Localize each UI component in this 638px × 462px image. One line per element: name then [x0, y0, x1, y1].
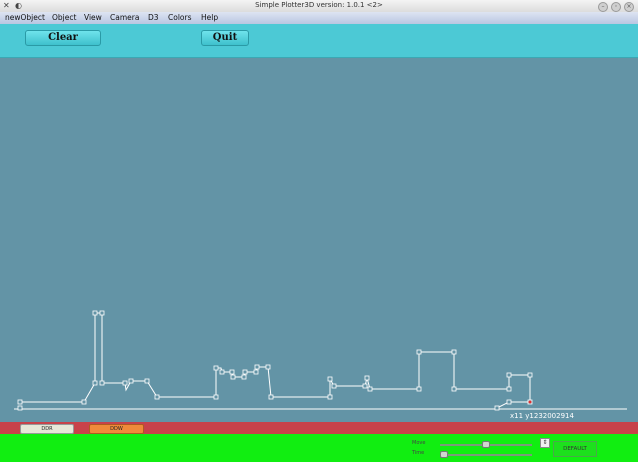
menu-object[interactable]: Object — [52, 13, 76, 22]
window-title: Simple Plotter3D version: 1.0.1 <2> — [255, 1, 383, 9]
menu-colors[interactable]: Colors — [168, 13, 192, 22]
maximize-icon[interactable]: ◦ — [611, 2, 621, 12]
coordinate-readout: x11 y1232002914 — [510, 412, 574, 420]
menu-camera[interactable]: Camera — [110, 13, 139, 22]
menu-d3[interactable]: D3 — [148, 13, 159, 22]
plot-path — [19, 312, 531, 409]
default-button[interactable]: DEFAULT — [553, 441, 597, 457]
slider1-label: Move — [412, 440, 426, 446]
menu-bar: newObject Object View Camera D3 Colors H… — [0, 12, 638, 24]
spinner-icon[interactable]: ⇕ — [540, 438, 550, 448]
close-icon[interactable]: × — [624, 2, 634, 12]
slider1-knob[interactable] — [482, 441, 490, 448]
slider2-label: Time — [412, 450, 425, 456]
plot-canvas[interactable] — [0, 58, 638, 422]
toolbar: Clear Quit — [0, 24, 638, 58]
clear-button[interactable]: Clear — [25, 30, 101, 46]
cursor-marker — [528, 400, 532, 404]
control-panel: Move Time ⇕ — [0, 434, 638, 462]
menu-help[interactable]: Help — [201, 13, 218, 22]
menu-view[interactable]: View — [84, 13, 102, 22]
slider2-track[interactable] — [440, 454, 532, 456]
status-bar: DDR DDW — [0, 422, 638, 434]
quit-button[interactable]: Quit — [201, 30, 249, 46]
plot-drawing — [14, 310, 627, 411]
status-button-1[interactable]: DDR — [20, 424, 74, 434]
slider2-knob[interactable] — [440, 451, 448, 458]
status-button-2[interactable]: DDW — [89, 424, 144, 434]
menu-newobject[interactable]: newObject — [5, 13, 45, 22]
minimize-icon[interactable]: – — [598, 2, 608, 12]
